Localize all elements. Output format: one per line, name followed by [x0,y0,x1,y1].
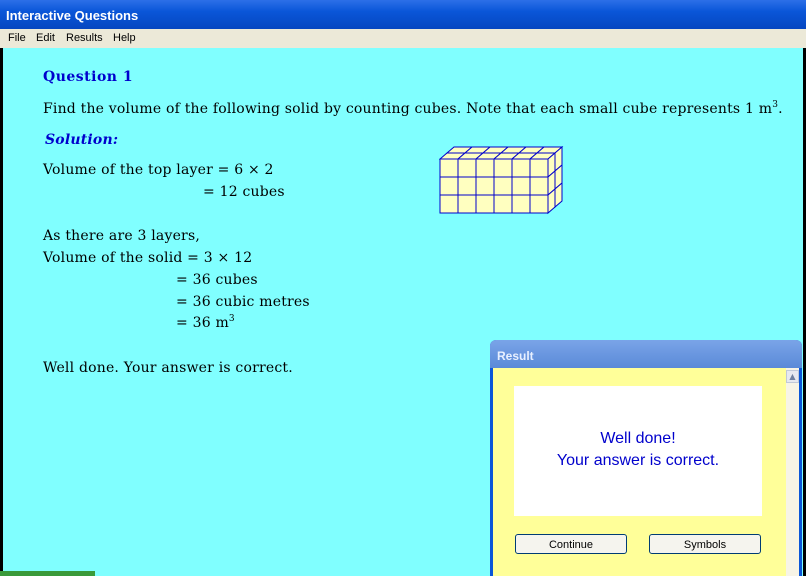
taskbar-strip [0,571,95,576]
cube-front-face [511,194,531,214]
cube-front-face [475,194,495,214]
result-message-line2: Your answer is correct. [556,452,720,469]
cube-front-face [475,176,495,196]
window-title: Interactive Questions [6,8,139,23]
solution-line: Volume of the solid = 3 × 12 [43,250,253,266]
question-heading: Question 1 [43,69,134,85]
menu-edit[interactable]: Edit [36,32,55,44]
feedback-text: Well done. Your answer is correct. [43,360,293,376]
dialog-title-bar[interactable]: Result [490,340,802,368]
dialog-scrollbar[interactable]: ▲ [786,368,799,576]
symbols-button[interactable]: Symbols [649,534,761,554]
cube-front-face [457,158,477,178]
cube-front-face [475,158,495,178]
scroll-up-icon[interactable]: ▲ [786,370,799,383]
cube-front-face [439,176,459,196]
window-title-bar: Interactive Questions [0,0,806,29]
solution-line: = 36 cubic metres [176,294,310,310]
solution-line: = 36 m3 [176,314,235,331]
cube-front-face [529,194,549,214]
cube-front-face [457,176,477,196]
cube-front-face [439,194,459,214]
menu-results[interactable]: Results [66,32,103,44]
solution-line: = 36 cubes [176,272,258,288]
solution-line: As there are 3 layers, [43,228,200,244]
result-message-line1: Well done! [600,430,676,447]
cuboid-figure [439,146,564,215]
cube-front-face [493,194,513,214]
menu-file[interactable]: File [8,32,26,44]
cube-front-face [529,176,549,196]
continue-button[interactable]: Continue [515,534,627,554]
menu-help[interactable]: Help [113,32,136,44]
solution-line: = 12 cubes [203,184,285,200]
cube-front-face [511,158,531,178]
cube-front-face [493,158,513,178]
cube-front-face [493,176,513,196]
solution-heading: Solution: [45,132,119,148]
menu-bar: File Edit Results Help [0,29,806,48]
solution-line: Volume of the top layer = 6 × 2 [43,162,274,178]
dialog-body: Well done! Your answer is correct. Conti… [493,368,786,576]
cube-front-face [439,158,459,178]
result-message-box: Well done! Your answer is correct. [514,386,762,516]
dialog-title: Result [497,349,534,363]
cube-front-face [529,158,549,178]
cube-front-face [457,194,477,214]
question-prompt: Find the volume of the following solid b… [43,100,783,117]
cube-front-face [511,176,531,196]
result-dialog: Result Well done! Your answer is correct… [490,340,802,576]
